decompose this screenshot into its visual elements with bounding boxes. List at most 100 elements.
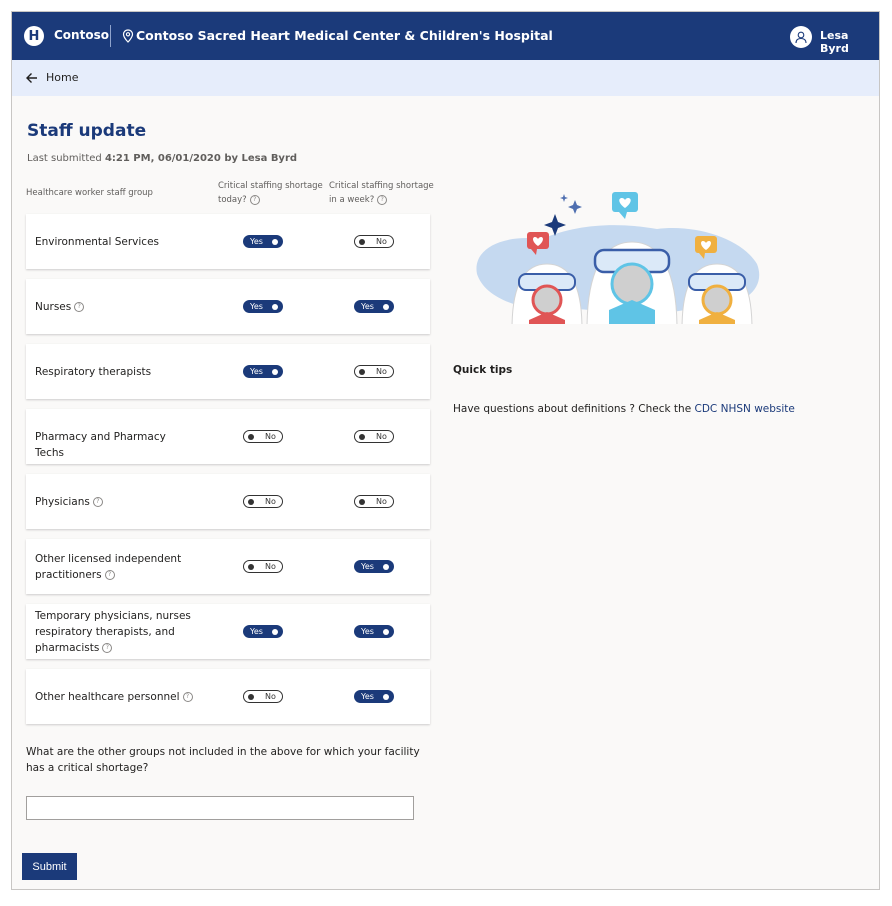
app-window: H Contoso Contoso Sacred Heart Medical C… [11,11,880,890]
today-shortage-toggle[interactable]: No [243,430,283,443]
help-icon[interactable]: ? [182,692,193,702]
healthcare-workers-illustration [476,192,760,324]
location-pin-icon [122,29,134,43]
today-shortage-toggle[interactable]: Yes [243,365,283,378]
staff-group-label: Other healthcare personnel? [35,689,195,705]
cdc-nhsn-link[interactable]: CDC NHSN website [695,403,795,415]
toggle-label: Yes [250,367,263,376]
toggle-knob [383,693,389,700]
breadcrumb-bar: Home [12,60,879,96]
today-shortage-toggle[interactable]: No [243,560,283,573]
toggle-knob [383,628,389,635]
staff-group-row: Other licensed independent practitioners?… [26,539,430,594]
toggle-knob [272,368,278,375]
staff-group-label-line: Temporary physicians, nurses [35,610,191,622]
help-icon[interactable]: ? [102,643,113,653]
toggle-knob [248,563,254,570]
other-groups-question: What are the other groups not included i… [26,746,420,774]
toggle-knob [383,563,389,570]
toggle-label: Yes [250,237,263,246]
toggle-label: No [265,432,276,441]
toggle-knob [272,303,278,310]
hospital-logo-icon: H [24,26,44,46]
home-link[interactable]: Home [46,71,78,84]
toggle-label: Yes [250,627,263,636]
toggle-knob [359,433,365,440]
staff-group-label: Pharmacy and Pharmacy Techs [35,429,195,461]
hospital-name[interactable]: Contoso Sacred Heart Medical Center & Ch… [136,28,553,43]
help-icon[interactable]: ? [377,194,388,205]
staff-group-row: Pharmacy and Pharmacy Techs No No [26,409,430,464]
help-icon[interactable]: ? [104,570,115,580]
column-header-week-line1: Critical staffing shortage [329,181,434,191]
toggle-label: No [376,497,387,506]
toggle-knob [272,628,278,635]
staff-group-label: Respiratory therapists [35,364,195,380]
staff-group-row: Physicians? No No [26,474,430,529]
week-shortage-toggle[interactable]: No [354,495,394,508]
week-shortage-toggle[interactable]: No [354,365,394,378]
submit-button[interactable]: Submit [22,853,77,880]
staff-group-label-line: Other licensed independent [35,553,182,565]
toggle-label: Yes [361,302,374,311]
today-shortage-toggle[interactable]: No [243,495,283,508]
week-shortage-toggle[interactable]: Yes [354,300,394,313]
week-shortage-toggle[interactable]: Yes [354,625,394,638]
week-shortage-toggle[interactable]: No [354,235,394,248]
week-shortage-toggle[interactable]: Yes [354,560,394,573]
toggle-label: No [265,497,276,506]
quick-tips-sentence: Have questions about definitions ? Check… [453,403,695,415]
staff-group-label-line: Environmental Services [35,236,160,248]
other-groups-input[interactable] [26,796,414,820]
column-header-group: Healthcare worker staff group [26,188,153,198]
back-arrow-icon[interactable] [24,70,40,86]
staff-group-label-line: Physicians [35,496,90,508]
week-shortage-toggle[interactable]: No [354,430,394,443]
staff-group-row: Nurses? Yes Yes [26,279,430,334]
toggle-label: No [376,432,387,441]
week-shortage-toggle[interactable]: Yes [354,690,394,703]
help-icon[interactable]: ? [92,497,103,507]
staff-group-row: Temporary physicians, nurses respiratory … [26,604,430,659]
toggle-knob [359,498,365,505]
staff-group-label: Temporary physicians, nurses respiratory … [35,608,195,656]
staff-group-row: Respiratory therapists Yes No [26,344,430,399]
today-shortage-toggle[interactable]: Yes [243,235,283,248]
staff-group-label: Other licensed independent practitioners? [35,551,195,583]
brand-name: Contoso [54,28,109,42]
last-submitted-prefix: Last submitted [27,153,105,164]
staff-group-label-line: practitioners [35,569,102,581]
quick-tips-text: Have questions about definitions ? Check… [453,403,795,415]
toggle-label: Yes [361,627,374,636]
user-name[interactable]: Lesa Byrd [820,29,879,55]
toggle-knob [383,303,389,310]
column-header-today-line1: Critical staffing shortage [218,181,323,191]
help-icon[interactable]: ? [249,194,260,205]
staff-group-row: Environmental Services Yes No [26,214,430,269]
today-shortage-toggle[interactable]: Yes [243,625,283,638]
today-shortage-toggle[interactable]: No [243,690,283,703]
column-header-week-line2: in a week? [329,195,375,205]
column-header-week: Critical staffing shortage in a week?? [329,179,434,207]
toggle-knob [359,238,365,245]
today-shortage-toggle[interactable]: Yes [243,300,283,313]
toggle-knob [248,693,254,700]
toggle-knob [248,498,254,505]
toggle-knob [272,238,278,245]
last-submitted-value: 4:21 PM, 06/01/2020 by Lesa Byrd [104,153,298,164]
staff-group-label: Environmental Services [35,234,195,250]
toggle-knob [248,433,254,440]
toggle-knob [359,368,365,375]
staff-group-label-line: Respiratory therapists [35,366,152,378]
toggle-label: No [376,367,387,376]
quick-tips-title: Quick tips [453,364,513,376]
toggle-label: No [265,692,276,701]
staff-group-label-line: Nurses [35,301,72,313]
user-avatar-icon[interactable] [790,26,812,48]
column-header-today: Critical staffing shortage today?? [218,179,323,207]
staff-group-label-line: Pharmacy and Pharmacy Techs [35,431,166,459]
staff-group-label: Physicians? [35,494,195,510]
help-icon[interactable]: ? [74,302,85,312]
top-bar: H Contoso Contoso Sacred Heart Medical C… [12,12,879,60]
staff-group-row: Other healthcare personnel? No Yes [26,669,430,724]
